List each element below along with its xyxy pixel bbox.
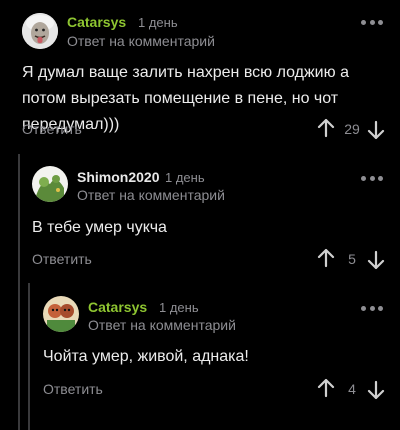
arrow-down-icon[interactable] [367,120,385,140]
reply-button[interactable]: Ответить [32,251,92,267]
reply-to-link[interactable]: Ответ на комментарий [67,33,215,49]
author-name[interactable]: Catarsys [88,299,147,315]
arrow-up-icon[interactable] [317,118,335,138]
timestamp: 1 день [165,170,205,185]
avatar[interactable] [22,13,58,49]
arrow-down-icon[interactable] [367,250,385,270]
more-dots-icon[interactable] [361,304,383,312]
avatar[interactable] [43,296,79,332]
arrow-up-icon[interactable] [317,378,335,398]
comment-text: В тебе умер чукча [32,219,167,236]
vote-score: 5 [348,251,356,267]
comment-text: Чойта умер, живой, аднака! [43,348,249,365]
arrow-down-icon[interactable] [367,380,385,400]
timestamp: 1 день [159,300,199,315]
reply-button[interactable]: Ответить [43,381,103,397]
avatar[interactable] [32,166,68,202]
vote-score: 4 [348,381,356,397]
vote-score: 29 [344,121,360,137]
author-name[interactable]: Catarsys [67,14,126,30]
comment-3: Catarsys 1 день Ответ на комментарий Чой… [0,280,400,430]
arrow-up-icon[interactable] [317,248,335,268]
reply-to-link[interactable]: Ответ на комментарий [77,187,225,203]
more-dots-icon[interactable] [361,174,383,182]
comment-2: Shimon2020 1 день Ответ на комментарий В… [0,150,400,280]
comment-1: Catarsys 1 день Ответ на комментарий Я д… [0,0,400,150]
timestamp: 1 день [138,15,178,30]
reply-to-link[interactable]: Ответ на комментарий [88,317,236,333]
more-dots-icon[interactable] [361,18,383,26]
author-name[interactable]: Shimon2020 [77,169,159,185]
reply-button[interactable]: Ответить [22,121,82,137]
